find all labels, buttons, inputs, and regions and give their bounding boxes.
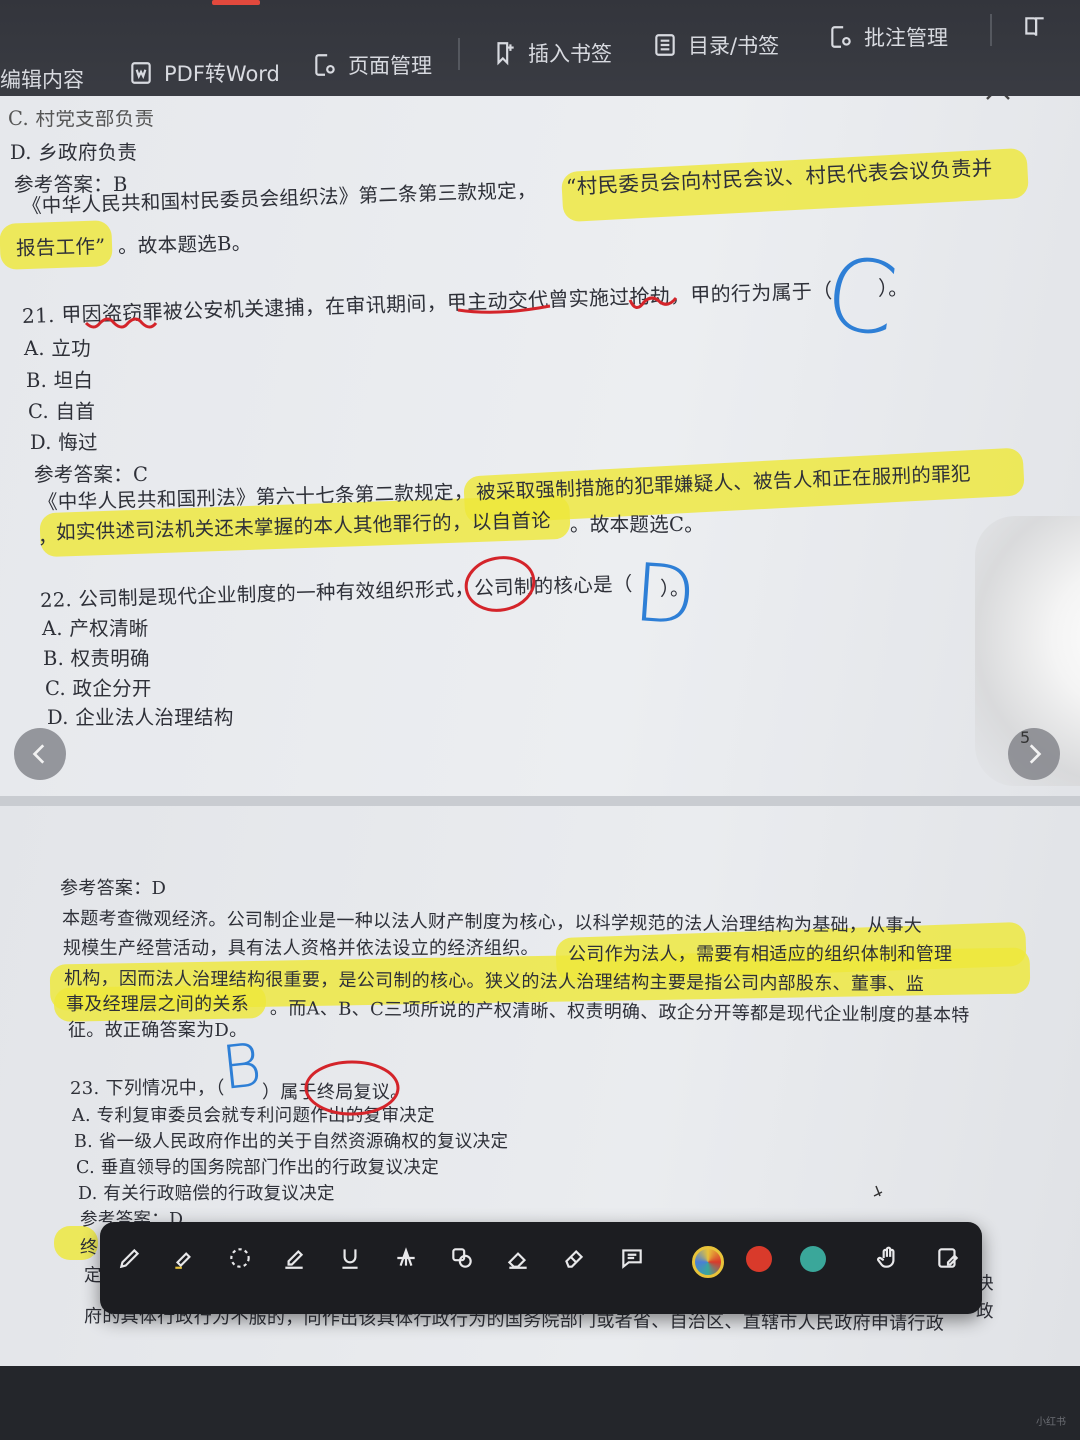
option-text: D. 乡政府负责 bbox=[10, 141, 138, 164]
toolbar-divider bbox=[990, 14, 992, 46]
explanation-text: 规模生产经营活动，具有法人资格并依法设立的经济组织。 bbox=[63, 938, 539, 959]
red-color-swatch[interactable] bbox=[746, 1246, 772, 1272]
handwritten-answer-d: D bbox=[630, 545, 700, 644]
active-tab-indicator bbox=[212, 0, 260, 5]
toc-bookmarks-label: 目录/书签 bbox=[688, 34, 780, 58]
ink-scribble bbox=[873, 1185, 883, 1197]
toolbar-divider bbox=[458, 38, 460, 70]
collapse-toolbar-button[interactable] bbox=[970, 96, 1026, 116]
page-divider bbox=[0, 796, 1080, 806]
highlighter-icon[interactable] bbox=[166, 1240, 202, 1276]
explanation-highlighted-text: 报告工作” bbox=[15, 234, 106, 260]
list-icon bbox=[655, 34, 675, 56]
eraser-icon[interactable] bbox=[500, 1240, 536, 1276]
option-text: A. 产权清晰 bbox=[42, 617, 149, 640]
page-number: 5 bbox=[1020, 728, 1031, 747]
area-eraser-icon[interactable] bbox=[556, 1240, 592, 1276]
option-text: B. 坦白 bbox=[26, 369, 94, 392]
option-text: D. 企业法人治理结构 bbox=[47, 706, 234, 729]
page-management-button[interactable]: 页面管理 bbox=[312, 50, 432, 80]
book-icon bbox=[1025, 17, 1044, 36]
pdf-to-word-label: PDF转Word bbox=[164, 62, 280, 86]
option-text: B. 省一级人民政府作出的关于自然资源确权的复议决定 bbox=[74, 1132, 509, 1152]
pen-icon[interactable] bbox=[112, 1240, 148, 1276]
explanation-highlighted-text: 事及经理层之间的关系 bbox=[66, 994, 249, 1015]
teal-color-swatch[interactable] bbox=[800, 1246, 826, 1272]
insert-bookmark-label: 插入书签 bbox=[528, 42, 612, 66]
color-picker-icon[interactable] bbox=[692, 1246, 724, 1278]
handwritten-answer-c: C bbox=[818, 233, 904, 360]
annotation-manage-button[interactable]: 批注管理 bbox=[828, 22, 948, 52]
read-mode-button[interactable] bbox=[1022, 14, 1048, 40]
answer-text: 参考答案：D bbox=[60, 878, 167, 899]
question-23-text: 23. 下列情况中，（ bbox=[70, 1078, 225, 1099]
annotation-manage-label: 批注管理 bbox=[864, 26, 948, 50]
next-page-button[interactable] bbox=[1008, 728, 1060, 780]
bookmark-plus-icon bbox=[497, 42, 514, 66]
explanation-text: 本题考查微观经济。公司制企业是一种以法人财产制度为核心，以科学规范的法人治理结构… bbox=[61, 908, 923, 937]
toc-bookmarks-button[interactable]: 目录/书签 bbox=[652, 30, 779, 60]
explanation-text: 。故本题选C。 bbox=[570, 513, 705, 536]
question-23-text: ）属于终局复议。 bbox=[262, 1082, 409, 1103]
answer-text: 参考答案：C bbox=[34, 463, 149, 486]
handwritten-answer-b: B bbox=[218, 1030, 266, 1104]
edit-content-button[interactable]: 编辑内容 bbox=[0, 64, 84, 94]
marker-icon[interactable] bbox=[276, 1240, 312, 1276]
pdf-page-1: C. 村党支部负责 D. 乡政府负责 参考答案：B 《中华人民共和国村民委员会组… bbox=[0, 96, 1080, 796]
top-toolbar: 编辑内容 PDF转Word 页面管理 插入书签 目录/书签 批注管理 bbox=[0, 0, 1080, 100]
option-text: C. 垂直领导的国务院部门作出的行政复议决定 bbox=[76, 1158, 439, 1178]
explanation-text: 。而A、B、C三项所说的产权清晰、权责明确、政企分开等都是现代企业制度的基本特 bbox=[269, 998, 970, 1027]
explanation-highlighted-text: 公司作为法人，需要有相适应的组织体制和管理 bbox=[568, 944, 953, 965]
pdf-convert-icon bbox=[131, 62, 151, 84]
explanation-text: 。故本题选B。 bbox=[117, 231, 252, 258]
option-text: C. 政企分开 bbox=[45, 677, 152, 700]
chevron-up-icon bbox=[986, 96, 1010, 100]
previous-page-button[interactable] bbox=[14, 728, 66, 780]
comment-icon[interactable] bbox=[614, 1240, 650, 1276]
option-text: B. 权责明确 bbox=[43, 647, 150, 670]
hand-icon[interactable] bbox=[870, 1240, 906, 1276]
lasso-icon[interactable] bbox=[222, 1240, 258, 1276]
pdf-to-word-button[interactable]: PDF转Word bbox=[128, 58, 280, 88]
option-text: A. 立功 bbox=[24, 337, 91, 360]
underline-icon[interactable] bbox=[332, 1240, 368, 1276]
edit-content-label: 编辑内容 bbox=[0, 68, 84, 92]
option-text: C. 自首 bbox=[28, 400, 96, 423]
insert-bookmark-button[interactable]: 插入书签 bbox=[492, 38, 612, 68]
option-text: C. 村党支部负责 bbox=[8, 107, 155, 130]
question-22-text: 22. 公司制是现代企业制度的一种有效组织形式，公司制的核心是（ bbox=[39, 572, 633, 612]
page-gear-icon bbox=[315, 54, 335, 76]
shape-icon[interactable] bbox=[444, 1240, 480, 1276]
chevron-left-icon bbox=[32, 744, 45, 764]
explanation-text: ， bbox=[38, 525, 58, 548]
explanation-text: 终 bbox=[80, 1238, 98, 1258]
edit-note-icon[interactable] bbox=[930, 1240, 966, 1276]
page-management-label: 页面管理 bbox=[348, 54, 432, 78]
option-text: D. 悔过 bbox=[30, 431, 98, 454]
annotation-toolbar bbox=[100, 1222, 982, 1314]
option-text: A. 专利复审委员会就专利问题作出的复审决定 bbox=[72, 1106, 435, 1126]
watermark-text: 小红书 bbox=[1036, 1417, 1066, 1428]
strikethrough-icon[interactable] bbox=[388, 1240, 424, 1276]
option-text: D. 有关行政赔偿的行政复议决定 bbox=[78, 1184, 335, 1204]
question-21-text: 21. 甲因盗窃罪被公安机关逮捕，在审讯期间，甲主动交代曾实施过抢劫，甲的行为属… bbox=[21, 278, 833, 328]
device-bezel bbox=[0, 1366, 1080, 1440]
annotation-gear-icon bbox=[831, 26, 851, 48]
